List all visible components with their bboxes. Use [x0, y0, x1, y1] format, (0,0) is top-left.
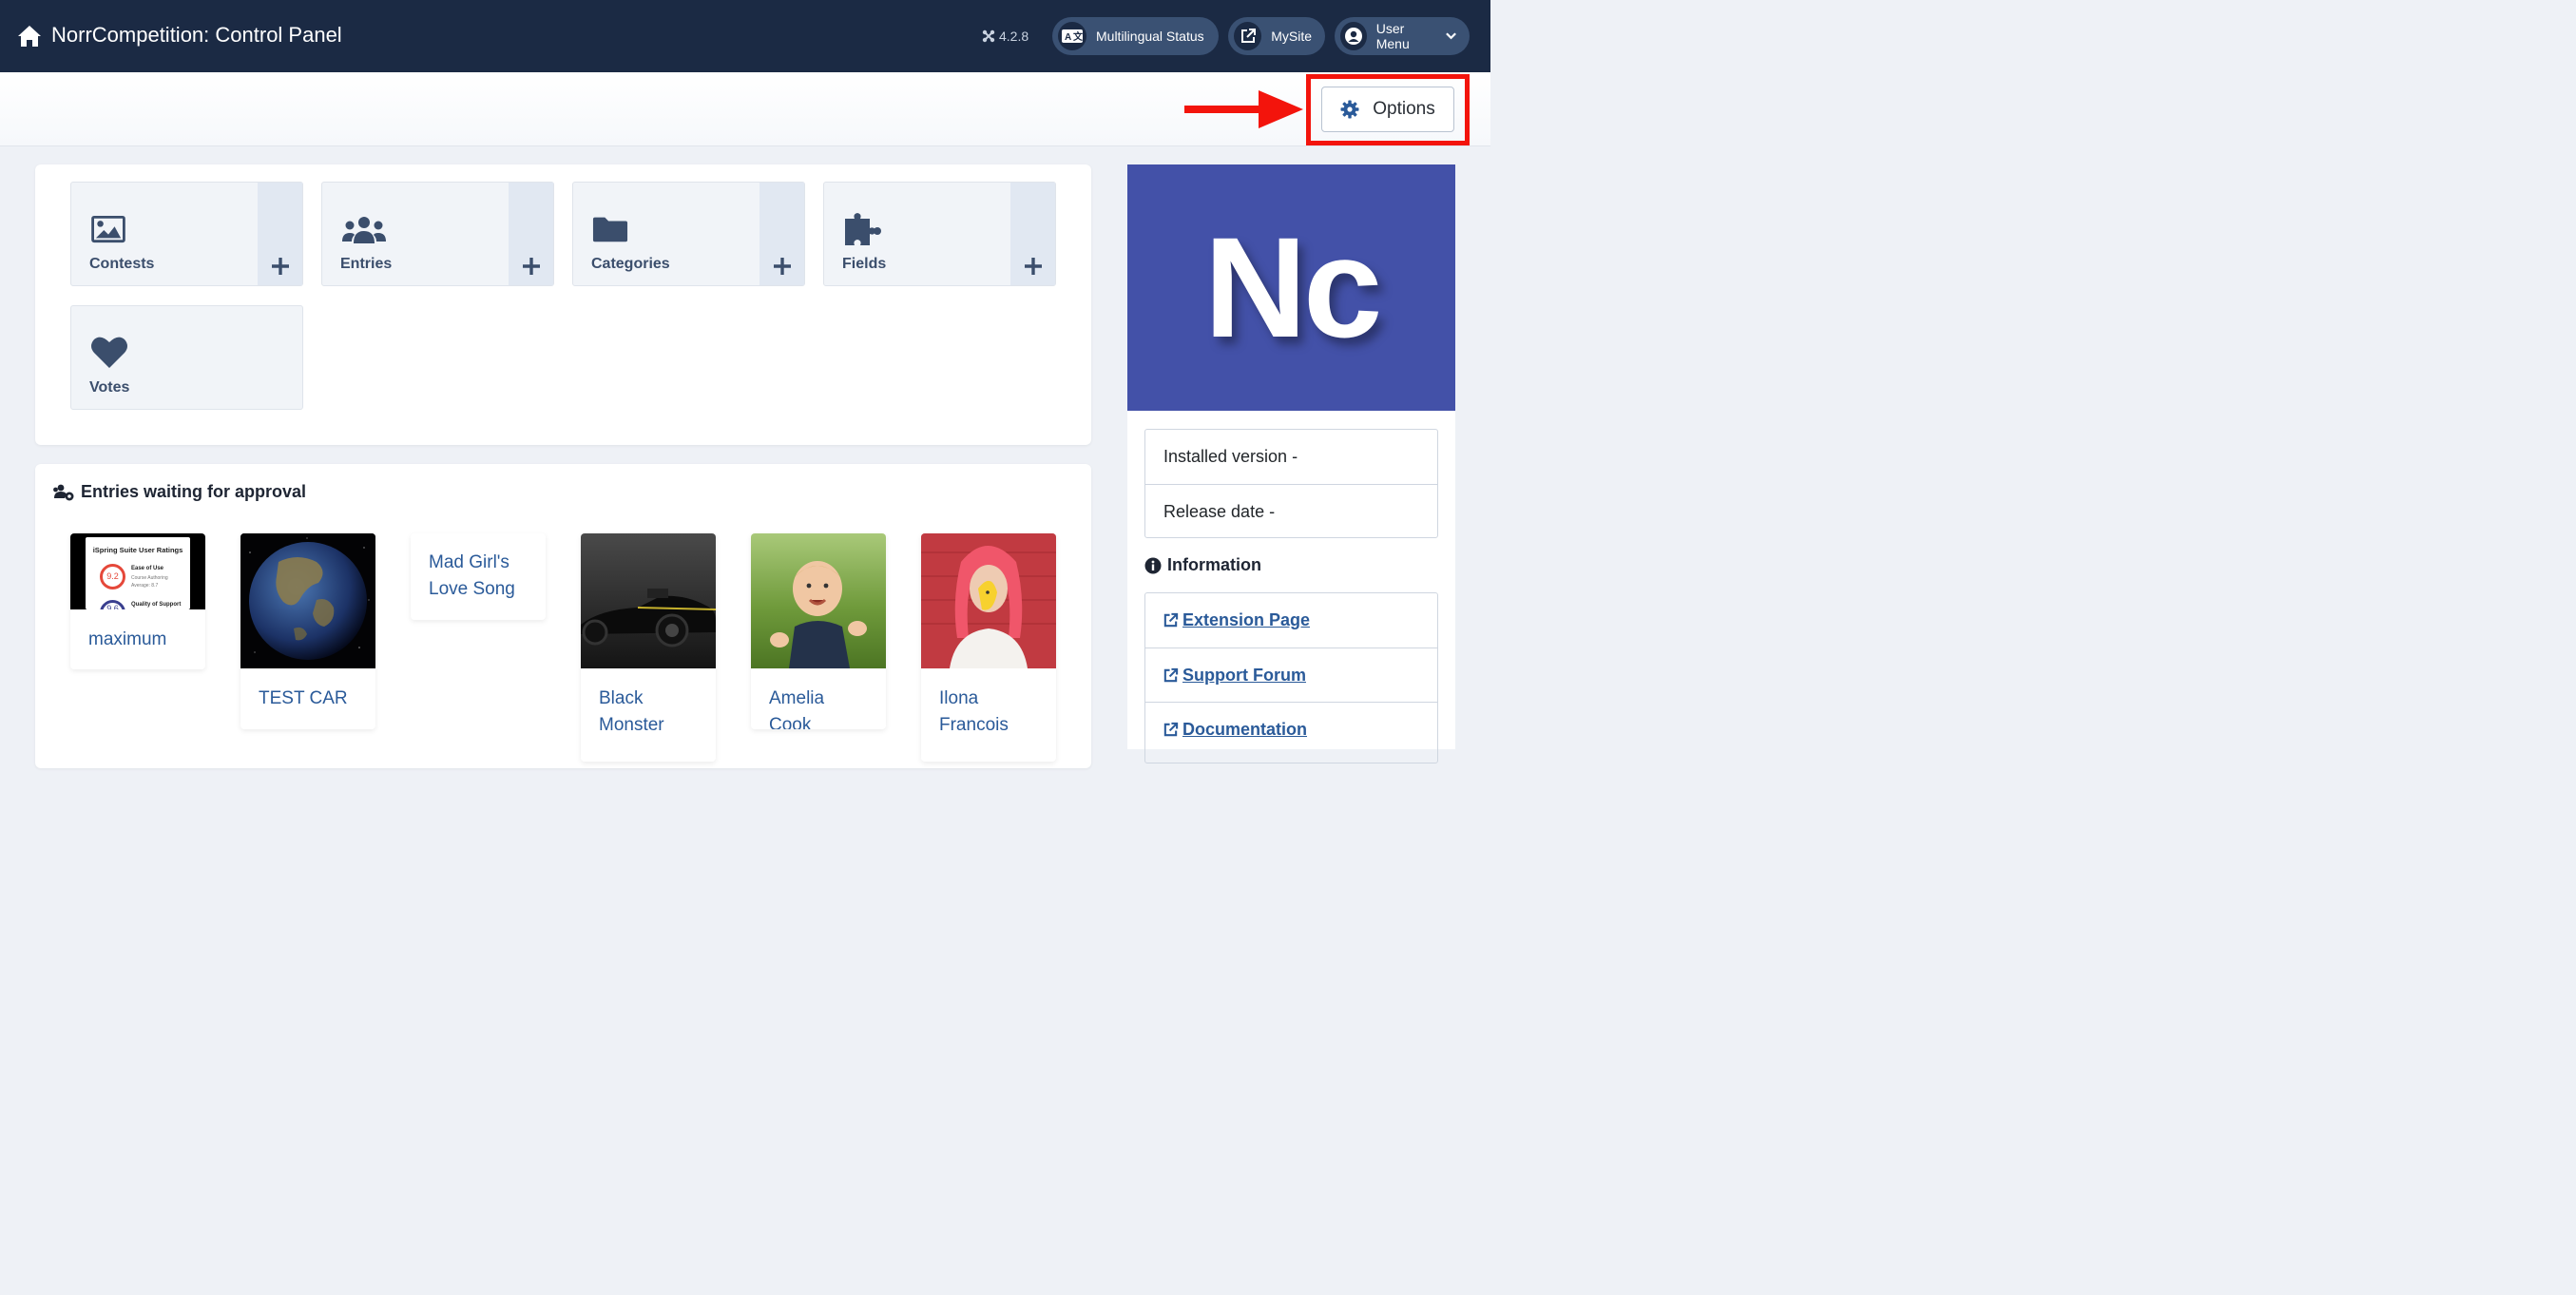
information-heading-text: Information	[1167, 555, 1261, 574]
entry-label[interactable]: Mad Girl's Love Song	[411, 533, 546, 603]
add-contest-button[interactable]	[258, 183, 302, 285]
rating-sub-avg: Average: 8.7	[131, 583, 159, 589]
section-heading: Entries waiting for approval	[52, 482, 306, 502]
external-link-icon	[1234, 22, 1262, 50]
entry-card[interactable]: Ilona Francois	[921, 533, 1056, 762]
entries-heading-text: Entries waiting for approval	[81, 482, 307, 501]
ratings-title: iSpring Suite User Ratings	[92, 546, 183, 554]
entry-label[interactable]: Ilona Francois	[921, 668, 1056, 739]
user-menu-button[interactable]: User Menu	[1335, 17, 1470, 55]
image-icon	[91, 215, 125, 243]
plus-icon	[522, 258, 540, 275]
rating-score: 9.2	[100, 564, 125, 590]
entry-card[interactable]: iSpring Suite User Ratings 9.2 Ease of U…	[70, 533, 205, 669]
entry-thumbnail[interactable]	[921, 533, 1056, 668]
user-menu-label: User Menu	[1375, 21, 1410, 51]
users-cog-icon	[53, 484, 74, 500]
multilingual-status-label: Multilingual Status	[1096, 29, 1204, 44]
documentation-link[interactable]: Documentation	[1145, 702, 1437, 756]
puzzle-icon	[845, 213, 881, 245]
red-haired-girl-image	[921, 533, 1056, 668]
quick-icon-votes[interactable]: Votes	[70, 305, 303, 410]
external-link-icon	[1163, 667, 1179, 682]
quick-icon-label: Contests	[89, 256, 155, 272]
mysite-button[interactable]: MySite	[1228, 17, 1325, 55]
page-title: NorrCompetition: Control Panel	[51, 23, 342, 47]
external-link-icon	[1163, 722, 1179, 736]
users-icon	[342, 217, 386, 243]
extension-page-link[interactable]: Extension Page	[1145, 593, 1437, 648]
quick-icon-label: Fields	[842, 256, 887, 272]
earth-globe-image	[240, 533, 375, 668]
add-entry-button[interactable]	[509, 183, 553, 285]
version-indicator: 4.2.8	[982, 29, 1028, 44]
rating-sub: Course Authoring	[131, 575, 168, 581]
red-arrow-annotation	[1184, 90, 1303, 128]
rating-score: 9.6	[100, 600, 125, 609]
logo-text: Nc	[1203, 207, 1383, 367]
rating-label: Ease of Use	[131, 566, 164, 571]
entry-label[interactable]: Black Monster	[581, 668, 716, 739]
plus-icon	[1024, 258, 1042, 275]
quick-icon-label: Votes	[89, 379, 130, 396]
home-icon[interactable]	[17, 25, 42, 48]
entry-label[interactable]: TEST CAR	[240, 668, 375, 712]
rating-label: Quality of Support	[131, 602, 182, 608]
entry-card[interactable]: TEST CAR	[240, 533, 375, 729]
quick-icon-contests[interactable]: Contests	[70, 182, 303, 286]
quick-icon-entries[interactable]: Entries	[321, 182, 554, 286]
quick-icon-label: Entries	[340, 256, 393, 272]
svg-text:文: 文	[1073, 30, 1083, 43]
chevron-down-icon	[1446, 32, 1456, 40]
information-heading: Information	[1144, 555, 1261, 575]
entry-card[interactable]: Mad Girl's Love Song	[411, 533, 546, 620]
quick-icons-card: Contests Entries Categories Fields Votes	[35, 164, 1091, 445]
entry-label[interactable]: Amelia Cook	[751, 668, 886, 729]
info-circle-icon	[1144, 557, 1162, 573]
language-icon: A 文	[1058, 22, 1086, 50]
entry-thumbnail[interactable]	[751, 533, 886, 668]
options-label: Options	[1373, 99, 1435, 119]
information-links: Extension Page Support Forum Documentati…	[1144, 592, 1438, 763]
user-icon	[1340, 22, 1367, 50]
link-label[interactable]: Documentation	[1182, 720, 1307, 740]
gear-icon	[1340, 100, 1359, 119]
entry-thumbnail[interactable]	[240, 533, 375, 668]
joomla-icon	[982, 29, 995, 43]
top-header-bar: NorrCompetition: Control Panel 4.2.8 A 文…	[0, 0, 1490, 72]
quick-icon-categories[interactable]: Categories	[572, 182, 805, 286]
heart-icon	[91, 337, 127, 368]
support-forum-link[interactable]: Support Forum	[1145, 648, 1437, 702]
entry-thumbnail[interactable]	[581, 533, 716, 668]
entry-card[interactable]: Black Monster	[581, 533, 716, 762]
version-info-table: Installed version - Release date -	[1144, 429, 1438, 538]
extension-logo: Nc	[1127, 164, 1455, 411]
svg-text:A: A	[1065, 32, 1071, 43]
plus-icon	[271, 258, 289, 275]
link-label[interactable]: Support Forum	[1182, 666, 1306, 686]
entry-card[interactable]: Amelia Cook	[751, 533, 886, 729]
plus-icon	[773, 258, 791, 275]
version-text: 4.2.8	[999, 29, 1029, 44]
installed-version-row: Installed version -	[1163, 447, 1298, 466]
options-button[interactable]: Options	[1321, 87, 1454, 132]
quick-icon-fields[interactable]: Fields	[823, 182, 1056, 286]
entry-thumbnail[interactable]: iSpring Suite User Ratings 9.2 Ease of U…	[70, 533, 205, 609]
link-label[interactable]: Extension Page	[1182, 610, 1310, 630]
entries-approval-card: Entries waiting for approval iSpring Sui…	[35, 464, 1091, 768]
add-field-button[interactable]	[1010, 183, 1055, 285]
add-category-button[interactable]	[759, 183, 804, 285]
mysite-label: MySite	[1271, 29, 1312, 44]
multilingual-status-button[interactable]: A 文 Multilingual Status	[1052, 17, 1219, 55]
black-car-image	[581, 533, 716, 668]
entry-label[interactable]: maximum	[70, 609, 205, 653]
baby-on-grass-image	[751, 533, 886, 668]
folder-icon	[592, 217, 628, 242]
external-link-icon	[1163, 612, 1179, 628]
release-date-row: Release date -	[1145, 484, 1437, 538]
quick-icon-label: Categories	[591, 256, 670, 272]
ratings-screenshot-image: iSpring Suite User Ratings 9.2 Ease of U…	[86, 537, 190, 609]
